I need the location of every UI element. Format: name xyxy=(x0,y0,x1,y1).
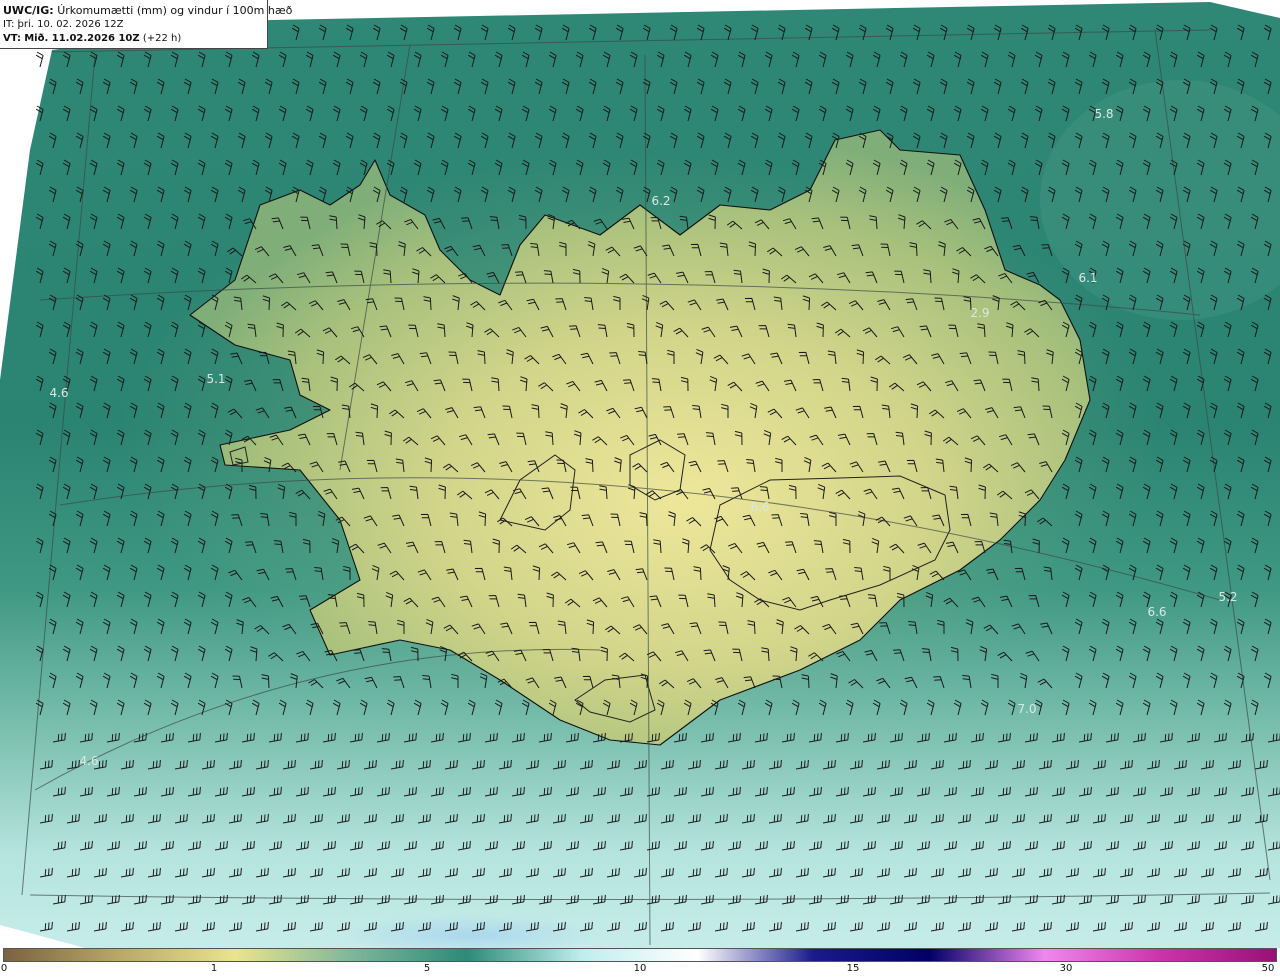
value-label-north: 6.2 xyxy=(651,194,671,208)
value-label-west-bay: 5.1 xyxy=(206,372,226,386)
init-time: þri. 10. 02. 2026 12Z xyxy=(17,19,124,30)
colorbar: 0 1 5 10 15 30 50 xyxy=(0,948,1280,978)
colorbar-tick-10: 10 xyxy=(633,963,647,974)
map-header: UWC/IG: Úrkomumætti (mm) og vindur í 100… xyxy=(0,0,292,49)
colorbar-tick-30: 30 xyxy=(1059,963,1073,974)
precipitation-map xyxy=(0,2,1280,948)
header-title-line: UWC/IG: Úrkomumætti (mm) og vindur í 100… xyxy=(3,3,292,18)
value-label-northeast: 5.8 xyxy=(1094,107,1114,121)
value-label-southwest: 4.6 xyxy=(79,754,99,768)
field-title: Úrkomumætti (mm) og vindur í 100m hæð xyxy=(57,4,293,17)
product-code: UWC/IG: xyxy=(3,4,54,17)
value-label-south: 7.0 xyxy=(1017,702,1037,716)
colorbar-tick-1: 1 xyxy=(210,963,218,974)
init-time-prefix: IT: xyxy=(3,19,15,30)
init-time-line: IT: þri. 10. 02. 2026 12Z xyxy=(3,18,267,32)
colorbar-tick-50: 50 xyxy=(1261,963,1275,974)
colorbar-tick-15: 15 xyxy=(846,963,860,974)
value-label-southeast-far: 5.2 xyxy=(1218,590,1238,604)
colorbar-tick-5: 5 xyxy=(423,963,431,974)
value-label-west: 4.6 xyxy=(49,386,69,400)
value-label-glacier: 6.6 xyxy=(750,500,770,514)
map-panel[interactable]: UWC/IG: Úrkomumætti (mm) og vindur í 100… xyxy=(0,0,1280,948)
value-label-east: 2.9 xyxy=(970,306,990,320)
lead-time: (+22 h) xyxy=(142,33,182,44)
value-label-east-sea: 6.1 xyxy=(1078,271,1098,285)
valid-time-prefix: VT: xyxy=(3,33,22,44)
value-label-southeast: 6.6 xyxy=(1147,605,1167,619)
colorbar-tick-0: 0 xyxy=(0,963,8,974)
colorbar-gradient xyxy=(3,948,1277,962)
valid-time: Mið. 11.02.2026 10Z xyxy=(24,33,140,44)
valid-time-line: VT: Mið. 11.02.2026 10Z (+22 h) xyxy=(3,32,267,46)
wind-barb-icon xyxy=(35,51,44,68)
